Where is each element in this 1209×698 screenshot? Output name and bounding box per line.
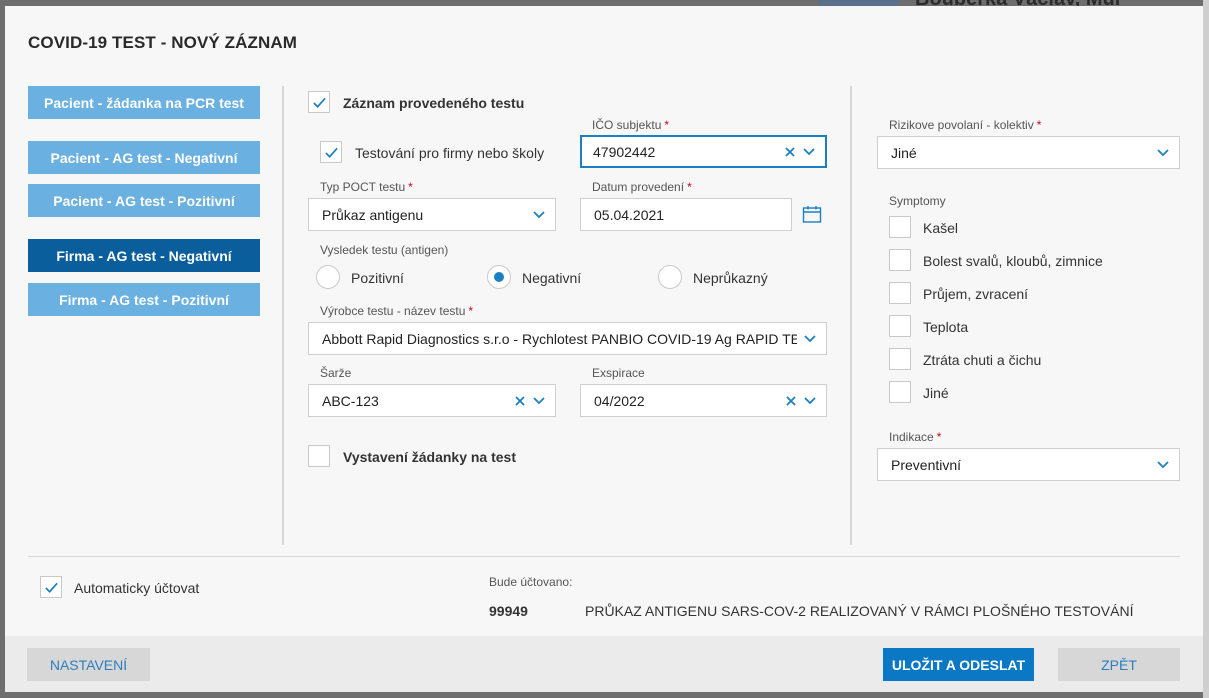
pacient-ag-pozitivni-button[interactable]: Pacient - AG test - Pozitivní xyxy=(28,184,260,217)
zpet-button[interactable]: ZPĚT xyxy=(1058,648,1180,681)
symptom-checkbox[interactable] xyxy=(889,249,911,271)
billing-code: 99949 xyxy=(489,603,528,619)
symptom-label: Jiné xyxy=(923,385,949,401)
radio-negativni[interactable] xyxy=(487,265,511,289)
left-divider xyxy=(282,86,284,545)
ico-input[interactable]: 47902442 xyxy=(580,135,827,168)
dialog-footer: NASTAVENÍ ULOŽIT A ODESLAT ZPĚT xyxy=(5,636,1203,692)
radio-selected-dot xyxy=(494,272,504,282)
clear-x-icon[interactable] xyxy=(785,395,797,407)
indikace-value: Preventivní xyxy=(891,456,962,473)
check-icon xyxy=(324,147,338,158)
nastaveni-button[interactable]: NASTAVENÍ xyxy=(27,648,150,681)
ico-value: 47902442 xyxy=(593,143,656,160)
vyrobce-value: Abbott Rapid Diagnostics s.r.o - Rychlot… xyxy=(322,330,797,347)
rizikove-select[interactable]: Jiné xyxy=(877,136,1180,169)
typ-label: Typ POCT testu * xyxy=(320,180,413,194)
radio-negativni-label: Negativní xyxy=(522,270,582,286)
radio-pozitivni[interactable] xyxy=(316,265,340,289)
chevron-down-icon[interactable] xyxy=(532,396,546,406)
billing-divider xyxy=(28,556,1180,557)
expirace-select[interactable]: 04/2022 xyxy=(580,384,827,417)
typ-value: Průkaz antigenu xyxy=(322,206,424,223)
datum-value: 05.04.2021 xyxy=(594,206,665,223)
clear-x-icon[interactable] xyxy=(784,146,796,158)
radio-pozitivni-label: Pozitivní xyxy=(351,270,404,286)
sarze-select[interactable]: ABC-123 xyxy=(308,384,556,417)
symptom-label: Ztráta chuti a čichu xyxy=(923,352,1042,368)
firmy-label: Testování pro firmy nebo školy xyxy=(355,145,545,161)
datum-input[interactable]: 05.04.2021 xyxy=(580,198,792,231)
symptom-label: Kašel xyxy=(923,220,959,236)
expirace-label: Exspirace xyxy=(592,366,645,380)
firma-ag-negativni-button[interactable]: Firma - AG test - Negativní xyxy=(28,239,260,272)
chevron-down-icon xyxy=(804,334,816,342)
expirace-value: 04/2022 xyxy=(594,392,645,409)
indikace-select[interactable]: Preventivní xyxy=(877,448,1180,481)
billing-description: PRŮKAZ ANTIGENU SARS-COV-2 REALIZOVANÝ V… xyxy=(585,603,1134,619)
symptom-checkbox[interactable] xyxy=(889,348,911,370)
bude-uctovano-label: Bude účtovano: xyxy=(489,575,573,589)
firmy-checkbox[interactable] xyxy=(320,141,342,163)
covid-test-dialog: COVID-19 TEST - NOVÝ ZÁZNAM Pacient - žá… xyxy=(5,6,1203,692)
symptom-checkbox[interactable] xyxy=(889,216,911,238)
typ-select[interactable]: Průkaz antigenu xyxy=(308,198,556,231)
chevron-down-icon xyxy=(1157,460,1169,468)
chevron-down-icon xyxy=(1157,148,1169,156)
auto-uctovat-label: Automaticky účtovat xyxy=(74,580,200,596)
symptom-label: Teplota xyxy=(923,319,969,335)
datum-label: Datum provedení * xyxy=(592,180,692,194)
indikace-label: Indikace * xyxy=(889,430,942,444)
calendar-icon[interactable] xyxy=(802,205,822,224)
chevron-down-icon xyxy=(533,210,545,218)
ulozit-odeslat-button[interactable]: ULOŽIT A ODESLAT xyxy=(883,648,1034,681)
zaznam-checkbox[interactable] xyxy=(308,91,330,113)
symptom-checkbox[interactable] xyxy=(889,282,911,304)
chevron-down-icon[interactable] xyxy=(802,147,816,157)
symptom-checkbox[interactable] xyxy=(889,381,911,403)
clear-x-icon[interactable] xyxy=(514,395,526,407)
pacient-pcr-button[interactable]: Pacient - žádanka na PCR test xyxy=(28,86,260,119)
radio-nepruk[interactable] xyxy=(658,265,682,289)
sarze-label: Šarže xyxy=(320,366,352,380)
check-icon xyxy=(44,582,58,593)
rizikove-value: Jiné xyxy=(891,144,917,161)
check-icon xyxy=(312,97,326,108)
symptom-label: Bolest svalů, kloubů, zimnice xyxy=(923,253,1103,269)
vysledek-label: Vysledek testu (antigen) xyxy=(320,243,449,257)
symptom-label: Průjem, zvracení xyxy=(923,286,1029,302)
background-panel xyxy=(1203,0,1209,698)
firma-ag-pozitivni-button[interactable]: Firma - AG test - Pozitivní xyxy=(28,283,260,316)
vyrobce-select[interactable]: Abbott Rapid Diagnostics s.r.o - Rychlot… xyxy=(308,322,827,355)
ico-label: IČO subjektu * xyxy=(592,118,670,132)
rizikove-label: Rizikove povolaní - kolektiv * xyxy=(889,118,1042,132)
symptomy-label: Symptomy xyxy=(889,194,946,208)
pacient-ag-negativni-button[interactable]: Pacient - AG test - Negativní xyxy=(28,141,260,174)
right-divider xyxy=(850,86,852,545)
dialog-title: COVID-19 TEST - NOVÝ ZÁZNAM xyxy=(28,33,298,52)
radio-nepruk-label: Neprůkazný xyxy=(693,270,768,286)
vyrobce-label: Výrobce testu - název testu * xyxy=(320,304,474,318)
zadanka-label: Vystavení žádanky na test xyxy=(343,449,517,465)
zaznam-label: Záznam provedeného testu xyxy=(343,95,525,111)
zadanka-checkbox[interactable] xyxy=(308,445,330,467)
sarze-value: ABC-123 xyxy=(322,392,379,409)
chevron-down-icon[interactable] xyxy=(803,396,817,406)
auto-uctovat-checkbox[interactable] xyxy=(40,576,62,598)
symptom-checkbox[interactable] xyxy=(889,315,911,337)
